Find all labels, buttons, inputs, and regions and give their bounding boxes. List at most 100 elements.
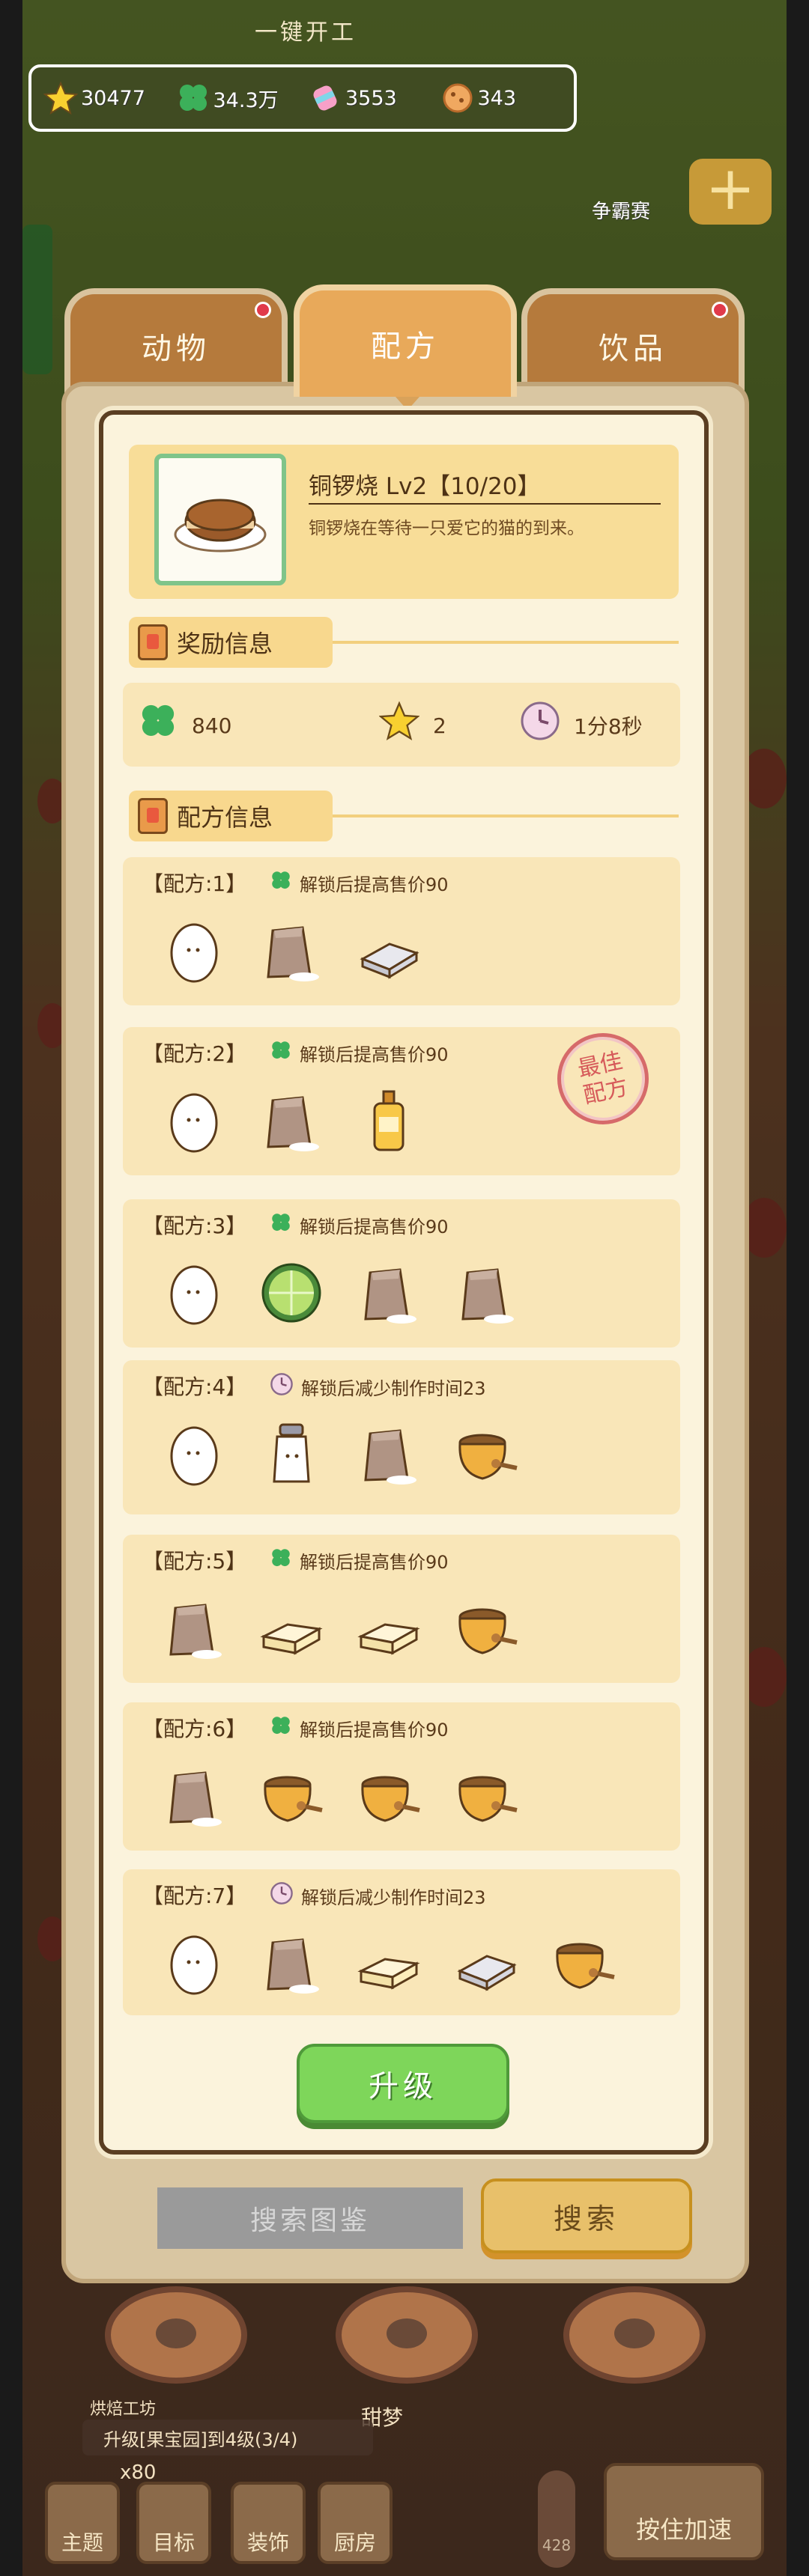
upgrade-button[interactable]: 升级 [297, 2044, 509, 2123]
clipboard-icon [138, 624, 168, 660]
honey-icon [550, 1929, 617, 1997]
egg-icon [160, 1087, 228, 1154]
flour-icon [160, 1762, 228, 1830]
egg-icon [160, 917, 228, 984]
dorayaki-image [154, 454, 286, 585]
milk-icon [258, 1420, 325, 1488]
recipe-hint: 解锁后提高售价90 [270, 1547, 449, 1574]
recipe-hint-text: 解锁后提高售价90 [300, 1720, 449, 1741]
cookie-icon [440, 81, 475, 115]
resource-candy: 3553 [308, 81, 430, 115]
flour-icon [452, 1259, 520, 1327]
butter-block-icon [258, 1595, 325, 1662]
recipe-card: 【配方:2】 解锁后提高售价90 最佳 配方 [123, 1024, 680, 1175]
flour-icon [355, 1420, 422, 1488]
clock-icon [520, 701, 560, 750]
flour-icon [258, 1929, 325, 1997]
recipe-hint: 解锁后减少制作时间23 [270, 1372, 486, 1401]
recipe-hint: 解锁后提高售价90 [270, 1714, 449, 1742]
reward-star-value: 2 [433, 713, 446, 738]
egg-icon [160, 1420, 228, 1488]
dish-header: 铜锣烧 Lv2【10/20】 铜锣烧在等待一只爱它的猫的到来。 [129, 445, 679, 599]
tab-drinks[interactable]: 饮品 [521, 288, 745, 397]
plus-button[interactable]: + [689, 159, 772, 225]
tab-animals[interactable]: 动物 [64, 288, 288, 397]
recipe-hint-text: 解锁后提高售价90 [300, 1217, 449, 1237]
recipe-section-header: 配方信息 [129, 791, 679, 841]
resource-cookie: 343 [440, 81, 563, 115]
honey-icon [452, 1762, 520, 1830]
search-input[interactable]: 搜索图鉴 [157, 2187, 463, 2249]
butter-icon [452, 1929, 520, 1997]
lime-icon [258, 1259, 325, 1327]
recipe-hint-text: 解锁后减少制作时间23 [301, 1887, 486, 1908]
goal-button[interactable]: 目标 [136, 2482, 211, 2564]
recipe-hint: 解锁后提高售价90 [270, 1039, 449, 1067]
reward-time: 1分8秒 [520, 701, 643, 750]
recipe-hint: 解锁后减少制作时间23 [270, 1881, 486, 1910]
reward-row: 840 2 1分8秒 [123, 683, 680, 767]
clover-icon [270, 1039, 292, 1067]
recipe-label: 【配方:1】 [142, 871, 247, 896]
flour-icon [160, 1595, 228, 1662]
section-title: 配方信息 [177, 803, 273, 832]
recipe-hint-text: 解锁后提高售价90 [300, 874, 449, 895]
clover-icon [270, 1547, 292, 1574]
notification-dot [712, 302, 728, 318]
reward-time-value: 1分8秒 [574, 714, 643, 739]
tab-pointer [396, 397, 419, 410]
ranking-label[interactable]: 争霸赛 [592, 196, 650, 224]
honey-icon [355, 1762, 422, 1830]
recipe-hint-text: 解锁后提高售价90 [300, 1552, 449, 1573]
best-recipe-stamp: 最佳 配方 [548, 1024, 658, 1133]
hold-to-speed-button[interactable]: 按住加速 [604, 2463, 764, 2560]
one-click-start-label[interactable]: 一键开工 [255, 13, 357, 46]
resource-star: 30477 [43, 81, 166, 115]
tab-recipes[interactable]: 配方 [294, 284, 517, 397]
butter-block-icon [355, 1929, 422, 1997]
candy-icon [308, 81, 342, 115]
recipe-card: 【配方:3】 解锁后提高售价90 [123, 1199, 680, 1348]
clock-icon [270, 1372, 294, 1401]
clover-count: 34.3万 [213, 88, 279, 112]
donut-station[interactable] [563, 2286, 706, 2384]
search-button[interactable]: 搜索 [481, 2178, 692, 2253]
recipe-card: 【配方:7】 解锁后减少制作时间23 [123, 1869, 680, 2015]
resource-bar: 30477 34.3万 3553 343 [28, 64, 577, 132]
honey-icon [258, 1762, 325, 1830]
dish-description: 铜锣烧在等待一只爱它的猫的到来。 [309, 519, 584, 538]
dish-title: 铜锣烧 Lv2【10/20】 [309, 473, 541, 500]
recipe-hint: 解锁后提高售价90 [270, 1211, 449, 1239]
recipe-label: 【配方:7】 [142, 1884, 247, 1908]
honey-icon [452, 1420, 520, 1488]
recipe-label: 【配方:5】 [142, 1549, 247, 1574]
recipe-card: 【配方:6】 解锁后提高售价90 [123, 1702, 680, 1851]
reward-section-header: 奖励信息 [129, 617, 679, 668]
reward-clover-value: 840 [192, 713, 232, 738]
section-title: 奖励信息 [177, 630, 273, 658]
quest-bar[interactable]: 升级[果宝园]到4级(3/4) [82, 2420, 373, 2455]
recipe-card: 【配方:1】 解锁后提高售价90 [123, 857, 680, 1005]
clover-icon [176, 81, 210, 115]
reward-star: 2 [378, 701, 446, 750]
clover-icon [270, 1211, 292, 1239]
star-icon [43, 81, 78, 115]
egg-icon [160, 1929, 228, 1997]
decor-button[interactable]: 装饰 [231, 2482, 306, 2564]
clock-icon [270, 1881, 294, 1910]
donut-station[interactable] [336, 2286, 478, 2384]
kitchen-button[interactable]: 厨房 [318, 2482, 393, 2564]
recipe-label: 【配方:3】 [142, 1214, 247, 1238]
recipe-label: 【配方:4】 [142, 1374, 247, 1399]
thermometer: 428 [538, 2470, 575, 2568]
tab-label: 配方 [371, 329, 440, 364]
recipe-label: 【配方:6】 [142, 1717, 247, 1741]
flour-icon [355, 1259, 422, 1327]
donut-station[interactable] [105, 2286, 247, 2384]
theme-button[interactable]: 主题 [45, 2482, 120, 2564]
recipe-card: 【配方:4】 解锁后减少制作时间23 [123, 1360, 680, 1514]
recipe-hint-text: 解锁后提高售价90 [300, 1044, 449, 1065]
flour-icon [258, 917, 325, 984]
resource-clover: 34.3万 [176, 81, 298, 115]
butter-icon [355, 917, 422, 984]
